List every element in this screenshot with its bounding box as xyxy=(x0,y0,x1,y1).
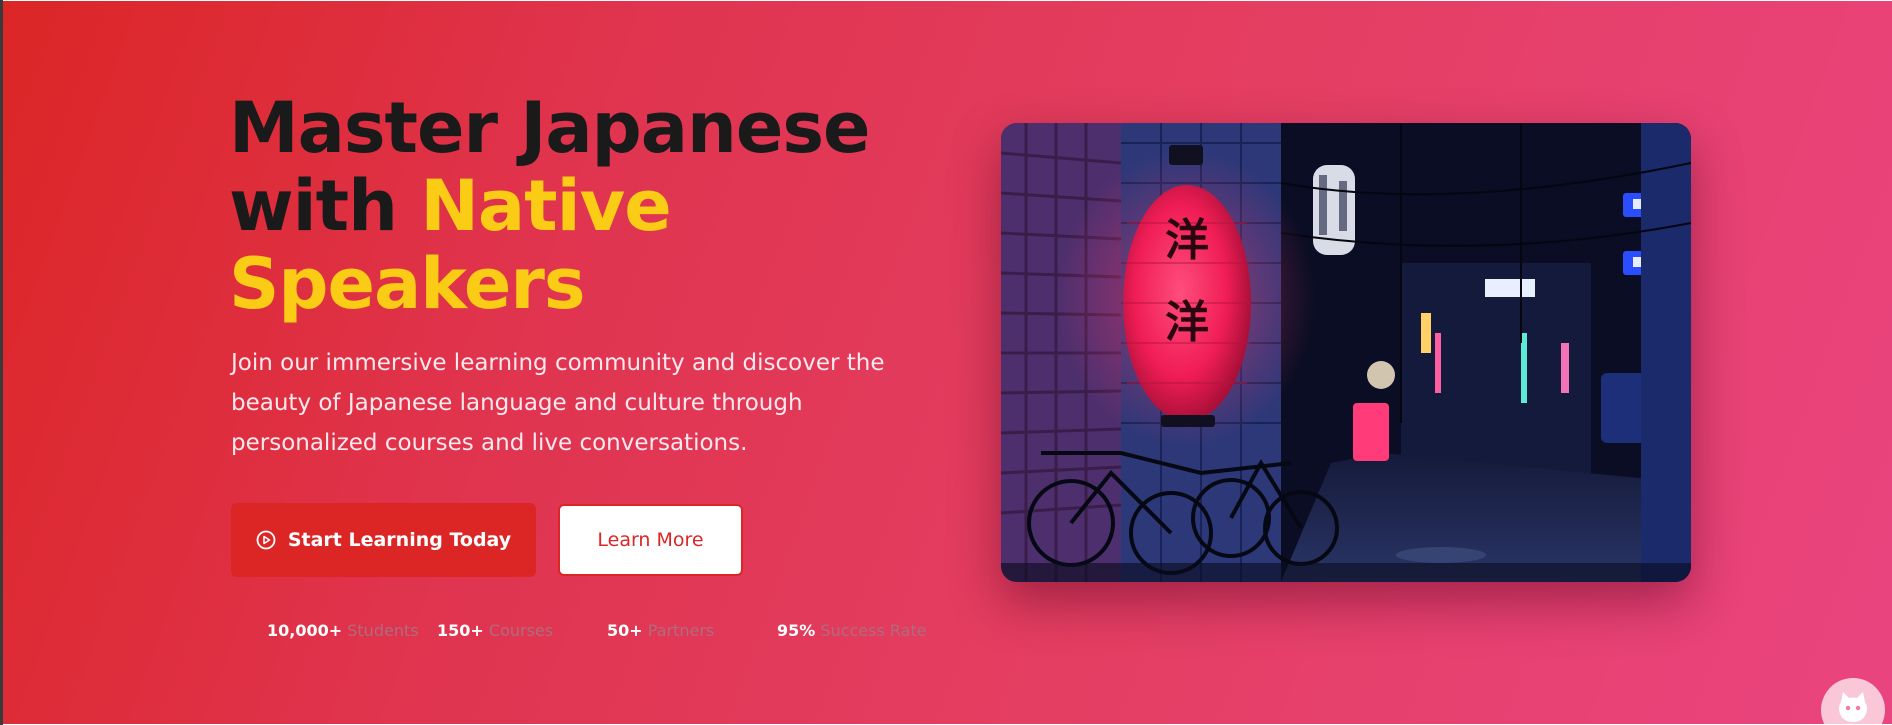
lantern-char-top: 洋 xyxy=(1165,215,1209,266)
headline-accent-native: Native xyxy=(420,165,671,247)
stat-label: Courses xyxy=(488,621,554,640)
stat-value: 95% xyxy=(777,621,816,640)
stat-value: 50+ xyxy=(607,621,643,640)
hero-section: Master Japanese with Native Speakers Joi… xyxy=(3,1,1892,724)
stat-label: Success Rate xyxy=(820,621,927,640)
start-learning-button[interactable]: Start Learning Today xyxy=(231,503,536,577)
hero-description: Join our immersive learning community an… xyxy=(231,350,885,456)
learn-more-button[interactable]: Learn More xyxy=(558,504,743,576)
play-circle-icon xyxy=(256,530,276,550)
stat-value: 10,000+ xyxy=(267,621,343,640)
learn-more-label: Learn More xyxy=(597,529,704,551)
stat-students: 10,000+ Students xyxy=(267,621,419,641)
headline-accent-speakers: Speakers xyxy=(229,243,586,325)
stat-label: Partners xyxy=(647,621,715,640)
hero-headline: Master Japanese with Native Speakers xyxy=(229,89,989,323)
stat-value: 150+ xyxy=(437,621,484,640)
stat-partners: 50+ Partners xyxy=(607,621,714,641)
headline-line-1: Master Japanese xyxy=(229,87,870,169)
lantern-char-bottom: 洋 xyxy=(1165,297,1209,348)
hero-image-tokyo-alley: 洋 洋 xyxy=(1001,123,1691,582)
start-learning-label: Start Learning Today xyxy=(287,529,512,551)
headline-with: with xyxy=(229,165,421,247)
stat-courses: 150+ Courses xyxy=(437,621,553,641)
stat-label: Students xyxy=(347,621,419,640)
github-octocat-icon[interactable] xyxy=(1821,678,1885,724)
stat-success-rate: 95% Success Rate xyxy=(777,621,927,641)
